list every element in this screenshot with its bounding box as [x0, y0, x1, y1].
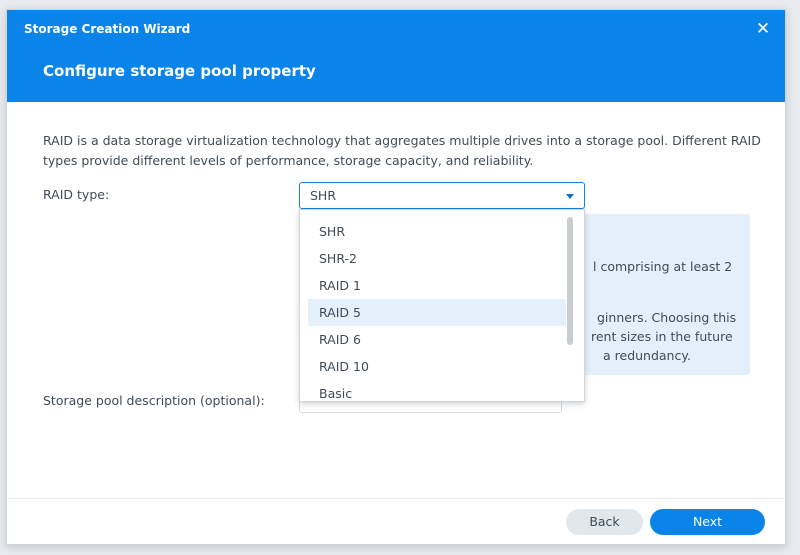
raid-option-raid-1[interactable]: RAID 1 [308, 272, 566, 299]
raid-option-raid-5[interactable]: RAID 5 [308, 299, 566, 326]
footer-divider [7, 498, 785, 499]
raid-option-shr-2[interactable]: SHR-2 [308, 245, 566, 272]
pool-description-label: Storage pool description (optional): [43, 393, 265, 408]
wizard-header: Storage Creation Wizard ✕ Configure stor… [7, 10, 785, 102]
info-line-1: l comprising at least 2 [593, 259, 733, 274]
info-line-4: a redundancy. [603, 348, 691, 363]
raid-option-shr[interactable]: SHR [308, 218, 566, 245]
back-button[interactable]: Back [566, 509, 643, 535]
info-line-3: rent sizes in the future [591, 329, 733, 344]
chevron-down-icon [566, 194, 574, 199]
close-icon[interactable]: ✕ [753, 19, 773, 39]
dropdown-scrollbar[interactable] [567, 217, 573, 345]
raid-type-dropdown: SHR SHR-2 RAID 1 RAID 5 RAID 6 RAID 10 B… [299, 209, 585, 402]
window-title: Storage Creation Wizard [24, 22, 191, 36]
raid-option-raid-6[interactable]: RAID 6 [308, 326, 566, 353]
raid-type-select[interactable]: SHR [299, 182, 585, 209]
step-title: Configure storage pool property [43, 62, 316, 80]
raid-option-basic[interactable]: Basic [308, 380, 566, 401]
info-line-2: ginners. Choosing this [597, 310, 737, 325]
raid-option-raid-10[interactable]: RAID 10 [308, 353, 566, 380]
next-button[interactable]: Next [650, 509, 765, 535]
raid-description: RAID is a data storage virtualization te… [43, 133, 761, 168]
storage-creation-wizard-dialog: Storage Creation Wizard ✕ Configure stor… [6, 9, 786, 545]
raid-type-selected-value: SHR [310, 188, 337, 203]
raid-type-label: RAID type: [43, 187, 110, 202]
